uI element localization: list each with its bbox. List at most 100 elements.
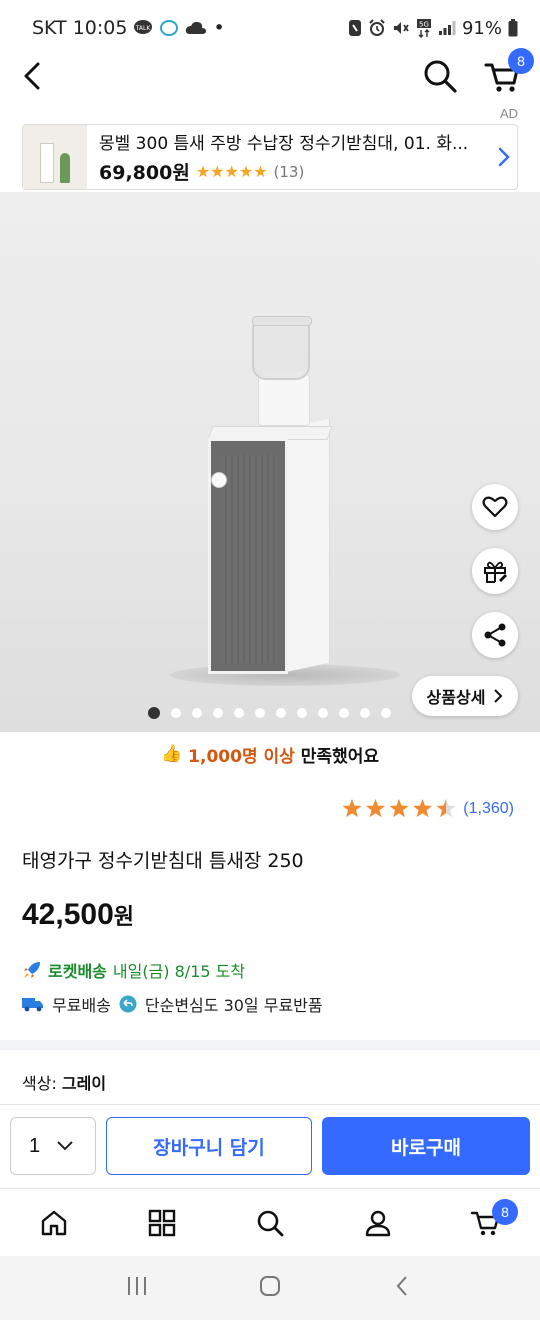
recent-apps-icon (127, 1277, 146, 1295)
cabinet-side (286, 418, 330, 672)
home-icon (41, 1210, 67, 1235)
rating-star (436, 799, 456, 818)
free-return-label: 단순변심도 30일 무료반품 (144, 996, 323, 1015)
grid-icon (148, 1209, 176, 1236)
cart-count-badge: 8 (508, 48, 534, 74)
price-number: 42,500 (22, 898, 114, 931)
rating-star (366, 799, 386, 818)
ad-title: 몽벨 300 틈새 주방 수납장 정수기받침대, 01. 화... (99, 134, 469, 154)
tab-home[interactable] (0, 1189, 108, 1256)
carousel-dot[interactable] (148, 707, 160, 719)
product-title: 태영가구 정수기받침대 틈새장 250 (22, 850, 304, 872)
rating-star (413, 799, 433, 818)
carousel-dot[interactable] (192, 708, 202, 718)
search-icon (424, 60, 457, 93)
gift-icon (484, 561, 507, 583)
carousel-dot[interactable] (297, 708, 307, 718)
5g-signal-icon: 5G (416, 18, 432, 38)
carousel-dot[interactable] (318, 708, 328, 718)
system-navigation (0, 1256, 540, 1320)
rating-star (342, 799, 362, 818)
carousel-dot[interactable] (276, 708, 286, 718)
carousel-dot[interactable] (171, 708, 181, 718)
carousel-dot[interactable] (255, 708, 265, 718)
ad-review-count: (13) (273, 162, 305, 181)
carousel-dot[interactable] (234, 708, 244, 718)
system-back-button[interactable] (391, 1274, 415, 1302)
add-to-cart-button[interactable]: 장바구니 담기 (106, 1117, 312, 1175)
cabinet-knob (211, 472, 227, 488)
ad-rating-stars: ★★★★★ (195, 162, 268, 181)
top-header: 8 (0, 48, 540, 100)
user-icon (365, 1210, 391, 1236)
truck-icon (22, 998, 43, 1012)
back-button[interactable] (18, 58, 48, 94)
blender-lid (252, 316, 312, 326)
search-icon (257, 1210, 284, 1236)
status-bar: SKT 10:05 TALK • 5G 91% (0, 0, 540, 56)
wishlist-button[interactable] (472, 484, 518, 530)
quantity-select[interactable]: 1 (10, 1117, 96, 1175)
back-arrow-icon (24, 62, 40, 90)
ad-banner[interactable]: 몽벨 300 틈새 주방 수납장 정수기받침대, 01. 화... 69,800… (22, 124, 518, 190)
search-button[interactable] (420, 56, 460, 96)
carousel-dot[interactable] (213, 708, 223, 718)
talk-icon: TALK (133, 19, 153, 37)
quantity-value: 1 (29, 1134, 41, 1157)
ad-price: 69,800원 (99, 162, 190, 184)
satisfaction-highlight: 1,000명 이상 (188, 746, 295, 767)
tab-cart[interactable]: 8 (432, 1189, 540, 1256)
messenger-icon (159, 19, 179, 37)
product-detail-button[interactable]: 상품상세 (412, 676, 518, 716)
review-count[interactable]: (1,360) (463, 800, 514, 818)
blender-jar (252, 322, 310, 380)
recent-apps-button[interactable] (125, 1274, 149, 1302)
tab-categories[interactable] (108, 1189, 216, 1256)
purchase-bar: 1 장바구니 담기 바로구매 (0, 1104, 540, 1188)
alarm-icon (368, 19, 386, 37)
free-shipping-label: 무료배송 (52, 996, 111, 1015)
carousel-dot[interactable] (381, 708, 391, 718)
product-image-carousel[interactable]: 상품상세 (0, 192, 540, 732)
bottom-tab-bar: 8 (0, 1188, 540, 1256)
chevron-right-icon (491, 146, 517, 168)
section-divider (0, 1040, 540, 1050)
cart-button[interactable]: 8 (482, 48, 534, 96)
product-detail-label: 상품상세 (426, 688, 486, 707)
back-arrow-icon (396, 1276, 408, 1296)
rocket-delivery: 로켓배송 내일(금) 8/15 도착 (22, 958, 245, 982)
shipping-info: 무료배송 단순변심도 30일 무료반품 (22, 992, 323, 1016)
carousel-dot[interactable] (360, 708, 370, 718)
satisfaction-banner: 👍 1,000명 이상 만족했어요 (0, 738, 540, 770)
price-unit: 원 (113, 904, 135, 929)
gift-button[interactable] (472, 548, 518, 594)
cloud-icon (185, 21, 207, 35)
share-icon (484, 623, 506, 647)
svg-text:5G: 5G (419, 21, 429, 29)
color-option[interactable]: 색상: 그레이 (22, 1070, 106, 1094)
rating-star (389, 799, 409, 818)
tab-search[interactable] (216, 1189, 324, 1256)
carousel-dots[interactable] (148, 707, 391, 719)
rating-stars-icon (342, 799, 456, 818)
thumbs-up-icon: 👍 (161, 744, 183, 764)
product-price: 42,500원 (22, 898, 134, 932)
share-button[interactable] (472, 612, 518, 658)
buy-now-button[interactable]: 바로구매 (322, 1117, 530, 1175)
battery-icon (508, 19, 518, 37)
ad-thumbnail (23, 125, 87, 189)
delivery-date: 내일(금) 8/15 도착 (112, 962, 246, 981)
signal-bars-icon (438, 20, 456, 36)
satisfaction-text: 만족했어요 (300, 746, 379, 767)
return-icon (119, 995, 137, 1013)
product-rating[interactable]: (1,360) (341, 798, 514, 820)
home-system-button[interactable] (258, 1274, 282, 1302)
carousel-dot[interactable] (339, 708, 349, 718)
chevron-right-icon (494, 689, 503, 703)
status-time: SKT 10:05 (32, 17, 128, 39)
chevron-down-icon (57, 1141, 73, 1151)
svg-text:TALK: TALK (135, 25, 152, 32)
tab-my-account[interactable] (324, 1189, 432, 1256)
rocket-delivery-label: 로켓배송 (48, 962, 107, 981)
home-circle-icon (259, 1276, 280, 1296)
